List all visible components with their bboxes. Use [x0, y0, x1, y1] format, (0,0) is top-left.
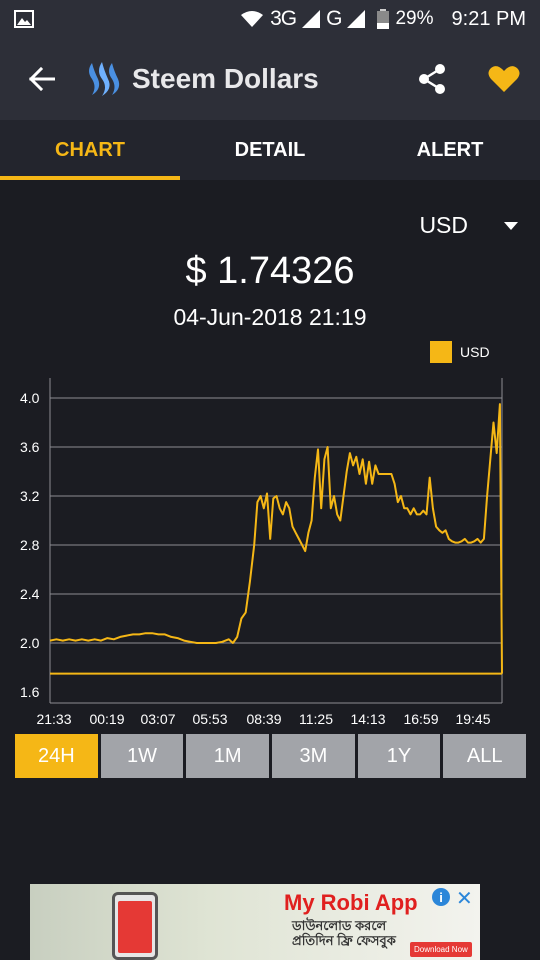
x-tick-label: 05:53	[192, 711, 227, 727]
price-chart[interactable]: 4.0 3.6 3.2 2.8 2.4 2.0 1.6 21:33 00:19 03:07 05:5…	[0, 370, 540, 730]
y-tick-label: 3.2	[20, 488, 40, 504]
currency-dropdown[interactable]: USD	[419, 212, 518, 239]
x-tick-label: 00:19	[89, 711, 124, 727]
ad-close-icon[interactable]: ✕	[456, 886, 473, 911]
app-bar: Steem Dollars	[0, 38, 540, 120]
y-tick-label: 2.0	[20, 635, 40, 651]
x-tick-label: 08:39	[246, 711, 281, 727]
ad-phone-image	[112, 892, 158, 960]
range-3m-button[interactable]: 3M	[272, 734, 355, 778]
range-24h-button[interactable]: 24H	[15, 734, 98, 778]
ad-phone-screen	[118, 901, 152, 953]
clock: 9:21 PM	[451, 7, 526, 30]
tab-alert[interactable]: ALERT	[360, 120, 540, 180]
current-price: $ 1.74326	[185, 250, 355, 292]
page-title: Steem Dollars	[132, 63, 319, 94]
x-tick-label: 16:59	[403, 711, 438, 727]
steem-logo-icon	[89, 62, 120, 96]
ad-subtitle-line2: প্রতিদিন ফ্রি ফেসবুক	[292, 933, 396, 948]
series-line-usd[interactable]	[49, 403, 503, 674]
time-range-selector: 24H 1W 1M 3M 1Y ALL	[15, 734, 527, 778]
signal-icon	[302, 10, 321, 28]
x-tick-label: 11:25	[299, 711, 333, 727]
heart-icon	[488, 66, 520, 92]
ad-subtitle-line1: ডাউনলোড করলে	[292, 918, 387, 933]
x-tick-label: 21:33	[36, 711, 71, 727]
battery-percent: 29%	[395, 8, 434, 29]
tab-bar: CHART DETAIL ALERT	[0, 120, 540, 180]
price-datetime: 04-Jun-2018 21:19	[173, 304, 367, 330]
tab-chart[interactable]: CHART	[0, 120, 180, 180]
favorite-button[interactable]	[468, 38, 540, 120]
wifi-icon	[241, 11, 264, 27]
network-type-label-2: G	[326, 7, 342, 30]
y-tick-label: 3.6	[20, 439, 40, 455]
tab-detail[interactable]: DETAIL	[180, 120, 360, 180]
arrow-back-icon	[29, 67, 55, 91]
range-all-button[interactable]: ALL	[443, 734, 527, 778]
ad-title: My Robi App	[284, 890, 418, 915]
dropdown-arrow-icon	[504, 221, 518, 230]
range-1w-button[interactable]: 1W	[100, 734, 184, 778]
battery-icon	[377, 9, 390, 29]
legend-swatch	[430, 341, 452, 363]
ad-info-icon[interactable]: i	[432, 888, 450, 906]
y-tick-label: 2.4	[20, 586, 40, 602]
gallery-notification-icon	[14, 10, 34, 28]
legend-label: USD	[460, 344, 490, 360]
range-1m-button[interactable]: 1M	[186, 734, 270, 778]
share-icon	[419, 64, 445, 94]
status-bar: 3G G 29% 9:21 PM	[0, 0, 540, 38]
range-1y-button[interactable]: 1Y	[357, 734, 441, 778]
ad-banner[interactable]: My Robi App ডাউনলোড করলে প্রতিদিন ফ্রি ফ…	[30, 884, 480, 960]
y-tick-label: 4.0	[20, 390, 40, 406]
network-type-label: 3G	[270, 7, 297, 30]
y-tick-label: 2.8	[20, 537, 40, 553]
ad-subtitle: ডাউনলোড করলে প্রতিদিন ফ্রি ফেসবুক	[292, 918, 396, 948]
share-button[interactable]	[396, 38, 468, 120]
x-tick-label: 03:07	[140, 711, 175, 727]
x-tick-label: 19:45	[455, 711, 490, 727]
y-tick-label: 1.6	[20, 684, 40, 700]
signal-icon-2	[347, 10, 366, 28]
x-tick-label: 14:13	[350, 711, 385, 727]
ad-download-button[interactable]: Download Now	[410, 942, 472, 957]
back-button[interactable]	[0, 38, 84, 120]
chart-legend: USD	[430, 341, 490, 363]
currency-value: USD	[419, 212, 468, 238]
